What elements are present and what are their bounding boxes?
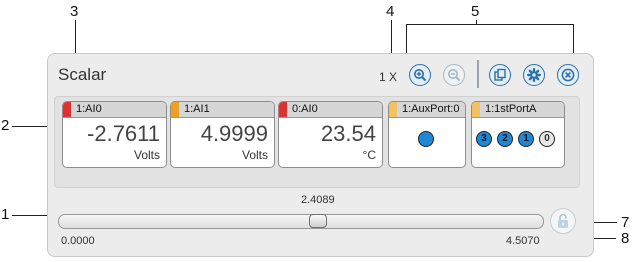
zoom-in-button[interactable] <box>409 64 431 86</box>
gear-icon <box>527 68 541 82</box>
callout-4: 4 <box>386 3 395 20</box>
close-button[interactable] <box>557 64 579 86</box>
channel-color-tag <box>472 102 480 117</box>
callout-bracket-5 <box>406 24 574 25</box>
port-bit-3: 3 <box>476 131 492 147</box>
port-bit-2: 2 <box>497 131 513 147</box>
channel-strip: 1:AI0 -2.7611 Volts 1:AI1 4.9999 Volts 0… <box>54 96 580 188</box>
channel-color-tag <box>389 102 397 117</box>
channel-name: 1:AI1 <box>184 103 210 115</box>
callout-line-5 <box>476 20 477 25</box>
channel-value: 4.9999 <box>200 121 268 146</box>
channel-name: 1:AI0 <box>76 103 102 115</box>
settings-button[interactable] <box>523 64 545 86</box>
channel-header: 1:AI1 <box>171 102 274 118</box>
callout-line-3 <box>75 20 76 53</box>
digital-indicator-led <box>418 131 434 147</box>
scalar-panel: Scalar 1 X 1:AI0 -2.7611 Volts 1:AI1 4.9… <box>47 53 594 257</box>
callout-5: 5 <box>471 3 480 20</box>
channel-color-tag <box>63 102 71 117</box>
channel-unit: °C <box>362 148 376 162</box>
channel-color-tag <box>279 102 287 117</box>
channel-card-1-ai0[interactable]: 1:AI0 -2.7611 Volts <box>62 101 167 168</box>
channel-header: 0:AI0 <box>279 102 382 118</box>
slider-min-value: 0.0000 <box>61 235 95 247</box>
channel-header: 1:AuxPort:0 <box>389 102 465 118</box>
lock-icon <box>558 213 568 228</box>
zoom-out-button[interactable] <box>443 64 465 86</box>
port-bit-1: 1 <box>518 131 534 147</box>
channel-value: -2.7611 <box>87 121 160 146</box>
callout-1: 1 <box>1 206 10 223</box>
channel-header: 1:1stPortA <box>472 102 564 118</box>
channel-unit: Volts <box>241 148 268 162</box>
panel-title: Scalar <box>58 65 107 84</box>
channel-header: 1:AI0 <box>63 102 166 118</box>
channel-card-1-ai1[interactable]: 1:AI1 4.9999 Volts <box>170 101 275 168</box>
channel-name: 0:AI0 <box>292 103 318 115</box>
callout-7: 7 <box>621 214 630 231</box>
callout-2: 2 <box>1 117 10 134</box>
channel-color-tag <box>171 102 179 117</box>
toolbar-separator <box>477 60 479 88</box>
channel-unit: Volts <box>133 148 160 162</box>
close-icon <box>561 68 575 82</box>
channel-value: 23.54 <box>320 121 376 146</box>
slider-max-value: 4.5070 <box>506 235 540 247</box>
copy-icon <box>494 68 506 81</box>
time-slider-track[interactable] <box>58 214 544 229</box>
time-slider-thumb[interactable] <box>309 214 328 228</box>
channel-card-0-ai0[interactable]: 0:AI0 23.54 °C <box>278 101 383 168</box>
zoom-in-icon <box>414 69 427 82</box>
zoom-level: 1 X <box>379 70 398 84</box>
port-bit-0: 0 <box>539 131 555 147</box>
channel-card-auxport[interactable]: 1:AuxPort:0 <box>388 101 466 168</box>
zoom-out-icon <box>448 69 461 82</box>
copy-button[interactable] <box>489 64 511 86</box>
channel-name: 1:AuxPort:0 <box>402 103 460 115</box>
channel-card-1stporta[interactable]: 1:1stPortA 3 2 1 0 <box>471 101 565 168</box>
callout-3: 3 <box>70 3 79 20</box>
lock-button[interactable] <box>550 208 576 234</box>
channel-name: 1:1stPortA <box>485 103 537 115</box>
callout-8: 8 <box>621 230 630 247</box>
slider-current-value: 2.4089 <box>301 194 335 206</box>
callout-line-4 <box>391 20 392 53</box>
